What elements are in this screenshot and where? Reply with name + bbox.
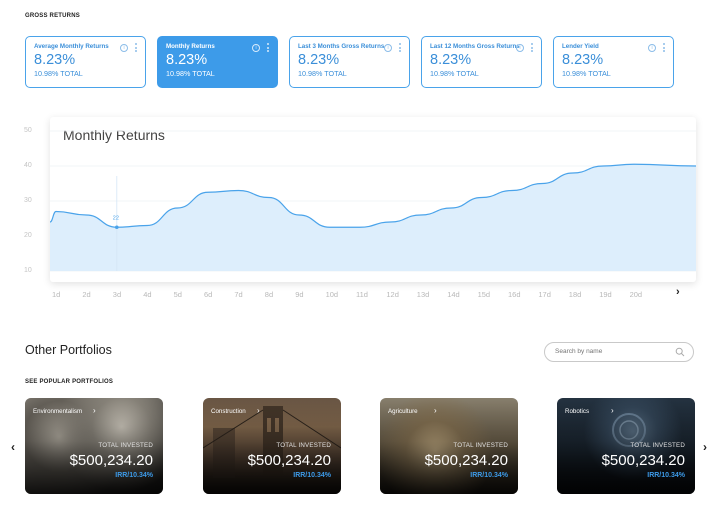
stat-title: Monthly Returns xyxy=(166,43,215,50)
irr-value: IRR/10.34% xyxy=(647,472,685,479)
x-tick-label: 8d xyxy=(264,290,274,299)
x-tick-label: 20d xyxy=(629,290,643,299)
total-invested-amount: $500,234.20 xyxy=(424,452,508,469)
x-tick-label: 10d xyxy=(325,290,339,299)
stat-title: Last 12 Months Gross Returns xyxy=(430,43,520,50)
info-icon[interactable]: i xyxy=(516,44,524,52)
stat-value: 8.23% xyxy=(430,52,472,68)
stat-title: Average Monthly Returns xyxy=(34,43,109,50)
stat-total: 10.98% TOTAL xyxy=(562,69,611,78)
stat-total: 10.98% TOTAL xyxy=(430,69,479,78)
y-tick-label: 10 xyxy=(24,267,32,274)
carousel-prev-button[interactable]: ‹ xyxy=(11,440,15,454)
chevron-right-icon[interactable]: › xyxy=(676,286,680,298)
popular-portfolios-label: SEE POPULAR PORTFOLIOS xyxy=(25,379,114,385)
stat-value: 8.23% xyxy=(298,52,340,68)
more-vert-icon[interactable] xyxy=(398,43,401,53)
x-tick-label: 3d xyxy=(112,290,122,299)
stat-card-lender-yield[interactable]: Lender Yield 8.23% 10.98% TOTAL i xyxy=(553,36,674,88)
search-icon[interactable] xyxy=(675,347,685,357)
chart-title: Monthly Returns xyxy=(63,127,165,143)
x-tick-label: 6d xyxy=(204,290,213,299)
irr-value: IRR/10.34% xyxy=(293,472,331,479)
y-tick-label: 20 xyxy=(24,232,32,239)
stat-total: 10.98% TOTAL xyxy=(34,69,83,78)
portfolio-name: Environmentalism xyxy=(33,408,83,415)
portfolio-name: Robotics xyxy=(565,408,590,415)
irr-value: IRR/10.34% xyxy=(470,472,508,479)
portfolio-card-agriculture[interactable]: Agriculture › TOTAL INVESTED $500,234.20… xyxy=(380,398,518,494)
x-tick-label: 9d xyxy=(295,290,304,299)
carousel-next-button[interactable]: › xyxy=(703,440,707,454)
total-invested-label: TOTAL INVESTED xyxy=(98,442,153,449)
stat-card-average-monthly[interactable]: Average Monthly Returns 8.23% 10.98% TOT… xyxy=(25,36,146,88)
x-tick-label: 2d xyxy=(82,290,91,299)
total-invested-amount: $500,234.20 xyxy=(69,452,153,469)
info-icon[interactable]: i xyxy=(252,44,260,52)
portfolio-card-environmentalism[interactable]: Environmentalism › TOTAL INVESTED $500,2… xyxy=(25,398,163,494)
x-tick-label: 1d xyxy=(52,290,61,299)
x-tick-label: 13d xyxy=(416,290,430,299)
total-invested-label: TOTAL INVESTED xyxy=(630,442,685,449)
x-tick-label: 5d xyxy=(173,290,182,299)
chevron-right-icon[interactable]: › xyxy=(611,406,614,415)
y-tick-label: 30 xyxy=(24,197,32,204)
stat-value: 8.23% xyxy=(34,52,76,68)
more-vert-icon[interactable] xyxy=(134,43,137,53)
stat-value: 8.23% xyxy=(562,52,604,68)
portfolio-card-robotics[interactable]: Robotics › TOTAL INVESTED $500,234.20 IR… xyxy=(557,398,695,494)
chevron-right-icon[interactable]: › xyxy=(434,406,437,415)
more-vert-icon[interactable] xyxy=(662,43,665,53)
x-tick-label: 17d xyxy=(538,290,551,299)
info-icon[interactable]: i xyxy=(120,44,128,52)
gross-returns-label: GROSS RETURNS xyxy=(25,13,80,19)
more-vert-icon[interactable] xyxy=(266,43,269,53)
portfolio-card-construction[interactable]: Construction › TOTAL INVESTED $500,234.2… xyxy=(203,398,341,494)
y-tick-label: 40 xyxy=(24,162,32,169)
stat-total: 10.98% TOTAL xyxy=(166,69,215,78)
x-tick-label: 12d xyxy=(386,290,399,299)
y-tick-label: 50 xyxy=(24,127,32,134)
total-invested-amount: $500,234.20 xyxy=(247,452,331,469)
chevron-right-icon[interactable]: › xyxy=(93,406,96,415)
irr-value: IRR/10.34% xyxy=(115,472,153,479)
stat-card-last-12-months[interactable]: Last 12 Months Gross Returns 8.23% 10.98… xyxy=(421,36,542,88)
search-box[interactable] xyxy=(544,342,694,362)
x-tick-label: 14d xyxy=(447,290,460,299)
total-invested-amount: $500,234.20 xyxy=(601,452,685,469)
portfolio-name: Agriculture xyxy=(388,408,418,415)
total-invested-label: TOTAL INVESTED xyxy=(453,442,508,449)
x-tick-label: 19d xyxy=(599,290,612,299)
stat-title: Lender Yield xyxy=(562,43,599,50)
x-tick-label: 11d xyxy=(356,290,368,299)
info-icon[interactable]: i xyxy=(384,44,392,52)
x-tick-label: 16d xyxy=(508,290,521,299)
chevron-right-icon[interactable]: › xyxy=(257,406,260,415)
search-input[interactable] xyxy=(555,348,665,355)
more-vert-icon[interactable] xyxy=(530,43,533,53)
x-tick-label: 15d xyxy=(477,290,491,299)
portfolio-name: Construction xyxy=(211,408,246,415)
total-invested-label: TOTAL INVESTED xyxy=(276,442,331,449)
stat-value: 8.23% xyxy=(166,52,208,68)
x-tick-label: 4d xyxy=(143,290,152,299)
stat-total: 10.98% TOTAL xyxy=(298,69,347,78)
x-tick-label: 18d xyxy=(568,290,582,299)
stat-card-monthly[interactable]: Monthly Returns 8.23% 10.98% TOTAL i xyxy=(157,36,278,88)
info-icon[interactable]: i xyxy=(648,44,656,52)
portfolios-heading: Other Portfolios xyxy=(25,343,112,357)
x-tick-label: 7d xyxy=(234,290,243,299)
stat-title: Last 3 Months Gross Returns xyxy=(298,43,385,50)
stat-card-last-3-months[interactable]: Last 3 Months Gross Returns 8.23% 10.98%… xyxy=(289,36,410,88)
